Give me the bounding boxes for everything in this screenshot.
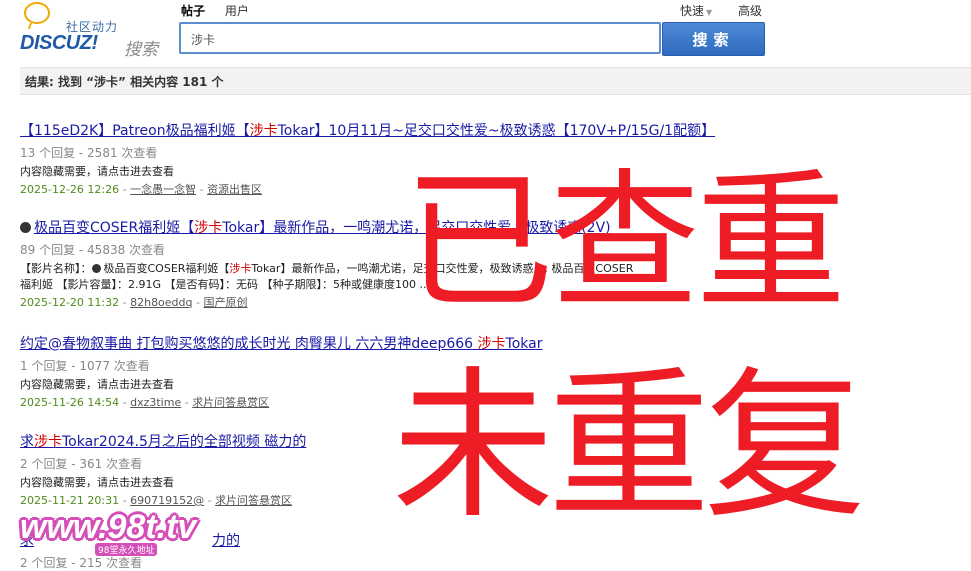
result-forum-link[interactable]: 国产原创 <box>203 296 247 309</box>
discuz-logo[interactable]: 社区动力 DISCUZ! 搜索 <box>20 2 165 60</box>
result-forum-link[interactable]: 资源出售区 <box>207 183 262 196</box>
chevron-down-icon: ▼ <box>706 8 713 17</box>
search-button[interactable]: 搜索 <box>662 22 765 56</box>
result-summary: 结果: 找到 “涉卡” 相关内容 181 个 <box>20 67 971 95</box>
result-forum-link[interactable]: 求片问答悬赏区 <box>215 494 292 507</box>
result-author-link[interactable]: dxz3time <box>130 396 181 409</box>
stamp-not-duplicate: 未重复 <box>392 353 866 541</box>
result-title-link[interactable]: 【115eD2K】Patreon极品福利姬【涉卡Tokar】10月11月~足交口… <box>20 120 960 140</box>
black-circle-icon <box>20 222 31 233</box>
advanced-search-link[interactable]: 高级 <box>738 2 762 19</box>
result-date: 2025-12-26 12:26 <box>20 183 120 196</box>
result-author-link[interactable]: 一念愚一念智 <box>130 183 196 196</box>
result-author-link[interactable]: 690719152@ <box>130 494 204 507</box>
speech-bubble-icon <box>24 2 50 24</box>
quick-search-dropdown[interactable]: 快速 ▼ <box>680 2 712 19</box>
site-watermark: www.98t.tv <box>20 508 197 546</box>
search-type-tabs: 帖子 用户 <box>181 2 265 19</box>
tab-posts[interactable]: 帖子 <box>181 4 205 18</box>
quick-search-label: 快速 <box>680 4 705 18</box>
result-title-link[interactable]: 约定@春物叙事曲 打包购买悠悠的成长时光 肉臀果儿 六六男神deep666 涉卡… <box>20 333 960 353</box>
search-box <box>179 22 661 54</box>
logo-search-word: 搜索 <box>124 40 158 60</box>
result-stats: 2 个回复 - 215 次查看 <box>20 556 143 570</box>
result-date: 2025-11-26 14:54 <box>20 396 120 409</box>
result-forum-link[interactable]: 求片问答悬赏区 <box>192 396 269 409</box>
result-date: 2025-11-21 20:31 <box>20 494 120 507</box>
black-circle-icon <box>91 264 101 273</box>
result-date: 2025-12-20 11:32 <box>20 296 120 309</box>
search-input[interactable] <box>189 25 653 53</box>
tab-users[interactable]: 用户 <box>225 4 249 18</box>
stamp-checked: 已查重 <box>404 156 846 330</box>
site-watermark-subtitle: 98堂永久地址 <box>95 543 158 556</box>
result-author-link[interactable]: 82h8oeddq <box>130 296 192 309</box>
logo-brand-text: DISCUZ! <box>20 32 98 54</box>
